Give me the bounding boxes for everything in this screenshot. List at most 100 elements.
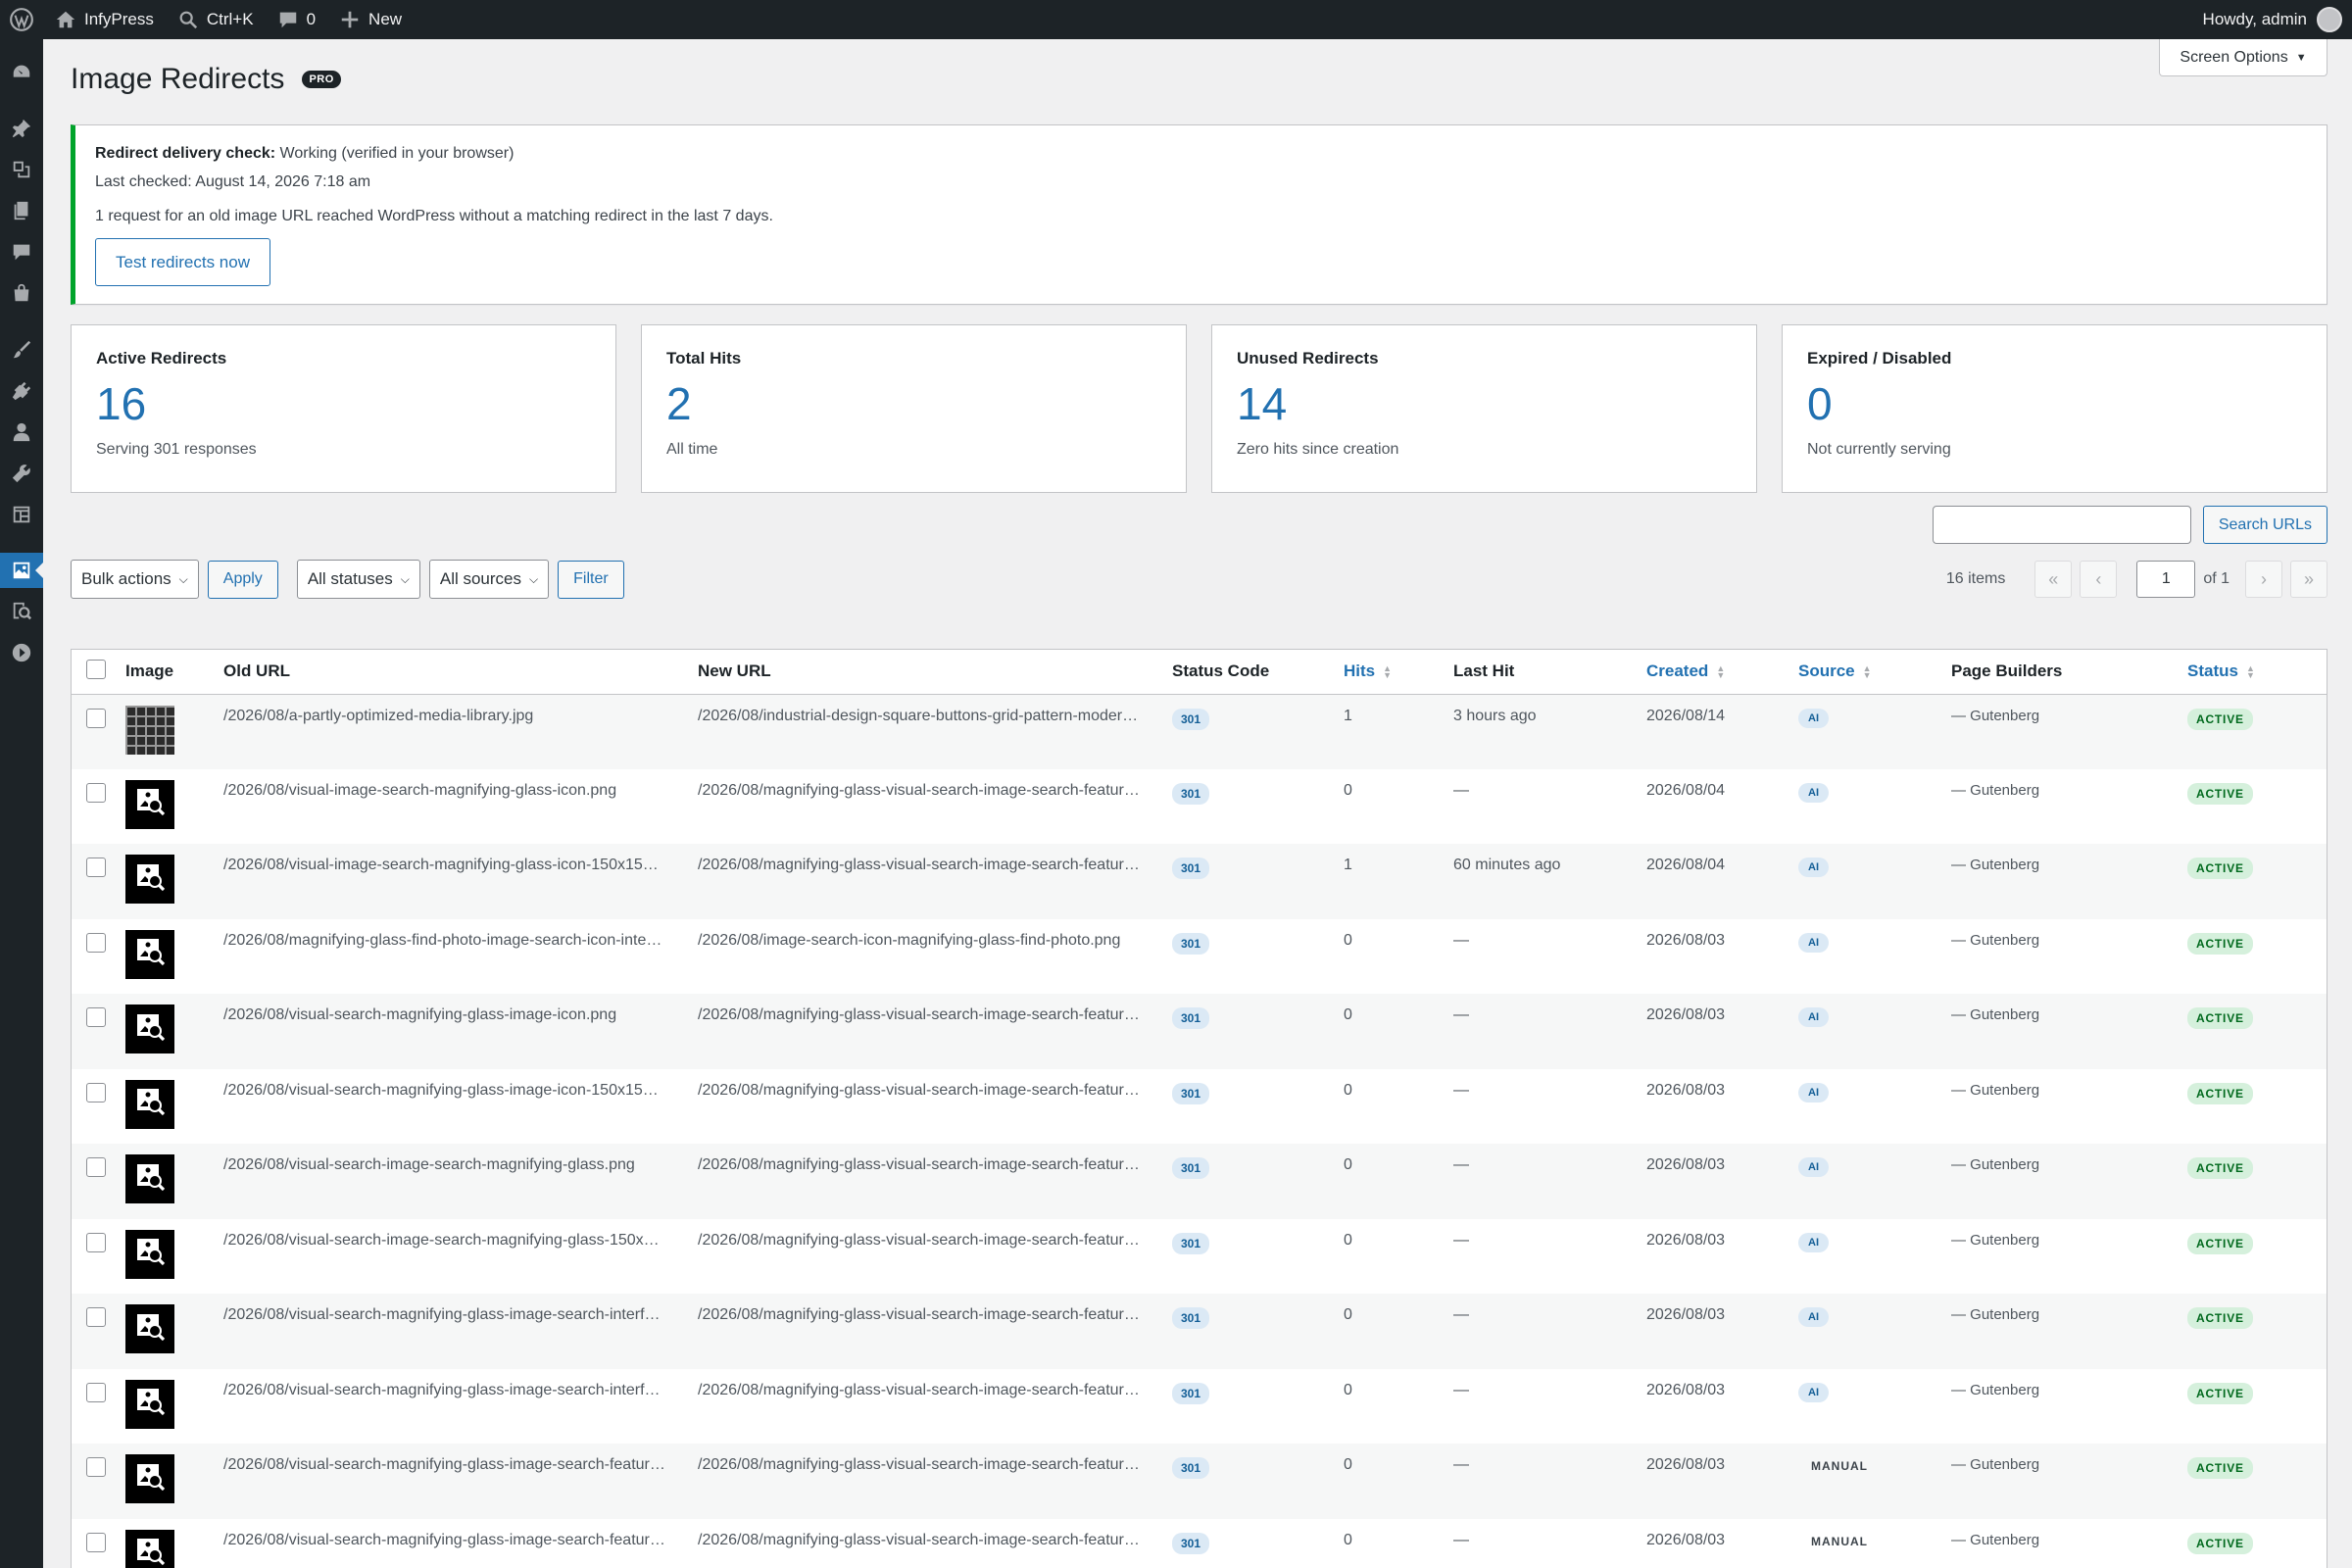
new-url-cell[interactable]: /2026/08/magnifying-glass-visual-search-… — [698, 1444, 1172, 1519]
menu-users[interactable] — [0, 415, 43, 450]
search-urls-button[interactable]: Search URLs — [2202, 506, 2328, 544]
status-code-badge: 301 — [1172, 1382, 1210, 1404]
old-url: /2026/08/visual-search-magnifying-glass-… — [223, 1006, 617, 1023]
next-page-button[interactable]: › — [2245, 561, 2282, 598]
old-url-cell[interactable]: /2026/08/visual-image-search-magnifying-… — [223, 769, 698, 845]
row-checkbox[interactable] — [86, 1157, 106, 1177]
old-url-cell[interactable]: /2026/08/visual-search-image-search-magn… — [223, 1144, 698, 1219]
status-code-badge: 301 — [1172, 782, 1210, 805]
current-page-input[interactable]: 1 — [2136, 561, 2196, 598]
old-url-cell[interactable]: /2026/08/visual-search-magnifying-glass-… — [223, 1069, 698, 1145]
source-filter-select[interactable]: All sources ⌵ — [428, 560, 550, 599]
row-checkbox[interactable] — [86, 858, 106, 877]
old-url-cell[interactable]: /2026/08/visual-search-magnifying-glass-… — [223, 994, 698, 1069]
menu-collapse[interactable] — [0, 635, 43, 670]
apply-button[interactable]: Apply — [207, 560, 278, 599]
old-url-cell[interactable]: /2026/08/visual-search-magnifying-glass-… — [223, 1444, 698, 1519]
old-url-cell[interactable]: /2026/08/a-partly-optimized-media-librar… — [223, 694, 698, 769]
status-cell: ACTIVE — [2187, 844, 2327, 919]
new-url-cell[interactable]: /2026/08/magnifying-glass-visual-search-… — [698, 1219, 1172, 1295]
new-content-link[interactable]: New — [327, 0, 414, 39]
new-url-cell[interactable]: /2026/08/magnifying-glass-visual-search-… — [698, 1144, 1172, 1219]
page-builder: — Gutenberg — [1951, 707, 2040, 724]
col-old-url: Old URL — [223, 650, 698, 695]
row-checkbox[interactable] — [86, 782, 106, 803]
col-created[interactable]: Created ▲ ▼ — [1646, 650, 1798, 695]
new-url-cell[interactable]: /2026/08/magnifying-glass-visual-search-… — [698, 1369, 1172, 1445]
new-url-cell[interactable]: /2026/08/magnifying-glass-visual-search-… — [698, 1069, 1172, 1145]
row-checkbox[interactable] — [86, 1007, 106, 1027]
source-badge: AI — [1798, 708, 1829, 728]
new-url-cell[interactable]: /2026/08/magnifying-glass-visual-search-… — [698, 769, 1172, 845]
col-status[interactable]: Status ▲ ▼ — [2187, 650, 2327, 695]
image-thumbnail — [125, 705, 174, 755]
old-url-cell[interactable]: /2026/08/visual-search-magnifying-glass-… — [223, 1519, 698, 1568]
old-url-cell[interactable]: /2026/08/visual-search-magnifying-glass-… — [223, 1369, 698, 1445]
created-cell: 2026/08/03 — [1646, 1156, 1726, 1173]
row-checkbox[interactable] — [86, 1382, 106, 1402]
table-row: /2026/08/visual-search-image-search-magn… — [72, 1219, 2327, 1295]
menu-comments[interactable] — [0, 234, 43, 270]
select-all-checkbox[interactable] — [86, 659, 106, 679]
new-url-cell[interactable]: /2026/08/image-search-icon-magnifying-gl… — [698, 919, 1172, 995]
old-url-cell[interactable]: /2026/08/magnifying-glass-find-photo-ima… — [223, 919, 698, 995]
my-account-link[interactable]: Howdy, admin — [2191, 0, 2352, 39]
wordpress-logo-button[interactable] — [0, 0, 43, 39]
menu-image-seo[interactable] — [0, 594, 43, 629]
row-checkbox[interactable] — [86, 708, 106, 728]
col-last-hit: Last Hit — [1453, 650, 1646, 695]
search-icon — [179, 11, 198, 29]
menu-settings[interactable] — [0, 497, 43, 532]
menu-media[interactable] — [0, 152, 43, 187]
image-cell — [125, 844, 223, 919]
row-select-cell — [72, 919, 125, 995]
row-checkbox[interactable] — [86, 932, 106, 953]
old-url-cell[interactable]: /2026/08/visual-search-image-search-magn… — [223, 1219, 698, 1295]
col-source[interactable]: Source ▲ ▼ — [1798, 650, 1951, 695]
menu-woocommerce[interactable] — [0, 275, 43, 311]
menu-dashboard[interactable] — [0, 55, 43, 90]
table-row: /2026/08/visual-image-search-magnifying-… — [72, 769, 2327, 845]
filter-button[interactable]: Filter — [558, 560, 624, 599]
col-status-label: Status — [2187, 662, 2238, 681]
site-name-link[interactable]: InfyPress — [43, 0, 166, 39]
last-page-button[interactable]: » — [2290, 561, 2328, 598]
screen-options-button[interactable]: Screen Options ▼ — [2159, 39, 2328, 76]
row-checkbox[interactable] — [86, 1232, 106, 1252]
row-checkbox[interactable] — [86, 1532, 106, 1552]
new-url: /2026/08/magnifying-glass-visual-search-… — [698, 1081, 1140, 1099]
bulk-actions-select[interactable]: Bulk actions ⌵ — [71, 560, 199, 599]
row-checkbox[interactable] — [86, 1082, 106, 1102]
new-url-cell[interactable]: /2026/08/magnifying-glass-visual-search-… — [698, 844, 1172, 919]
last-hit-cell: — — [1453, 1531, 1469, 1548]
new-url-cell[interactable]: /2026/08/industrial-design-square-button… — [698, 694, 1172, 769]
new-url-cell[interactable]: /2026/08/magnifying-glass-visual-search-… — [698, 1519, 1172, 1568]
menu-appearance[interactable] — [0, 332, 43, 368]
prev-page-button[interactable]: ‹ — [2080, 561, 2118, 598]
test-redirects-button[interactable]: Test redirects now — [95, 238, 270, 286]
status-filter-select[interactable]: All statuses ⌵ — [296, 560, 420, 599]
status-badge: ACTIVE — [2187, 932, 2253, 955]
menu-posts[interactable] — [0, 111, 43, 146]
menu-plugins[interactable] — [0, 373, 43, 409]
status-code-cell: 301 — [1172, 919, 1344, 995]
page-builder: — Gutenberg — [1951, 931, 2040, 949]
old-url-cell[interactable]: /2026/08/visual-search-magnifying-glass-… — [223, 1294, 698, 1369]
comments-link[interactable]: 0 — [266, 0, 327, 39]
comments-icon — [13, 244, 30, 261]
old-url-cell[interactable]: /2026/08/visual-image-search-magnifying-… — [223, 844, 698, 919]
new-url-cell[interactable]: /2026/08/magnifying-glass-visual-search-… — [698, 994, 1172, 1069]
menu-pages[interactable] — [0, 193, 43, 228]
status-code-badge: 301 — [1172, 858, 1210, 879]
search-input[interactable] — [1932, 506, 2191, 544]
menu-tools[interactable] — [0, 456, 43, 491]
first-page-button[interactable]: « — [2034, 561, 2073, 598]
image-thumbnail — [125, 1079, 174, 1129]
command-palette-button[interactable]: Ctrl+K — [166, 0, 266, 39]
menu-image-redirects[interactable] — [0, 553, 43, 588]
new-url-cell[interactable]: /2026/08/magnifying-glass-visual-search-… — [698, 1294, 1172, 1369]
col-hits[interactable]: Hits ▲ ▼ — [1344, 650, 1453, 695]
page-builders-cell: — Gutenberg — [1951, 769, 2187, 845]
row-checkbox[interactable] — [86, 1457, 106, 1477]
row-checkbox[interactable] — [86, 1307, 106, 1327]
